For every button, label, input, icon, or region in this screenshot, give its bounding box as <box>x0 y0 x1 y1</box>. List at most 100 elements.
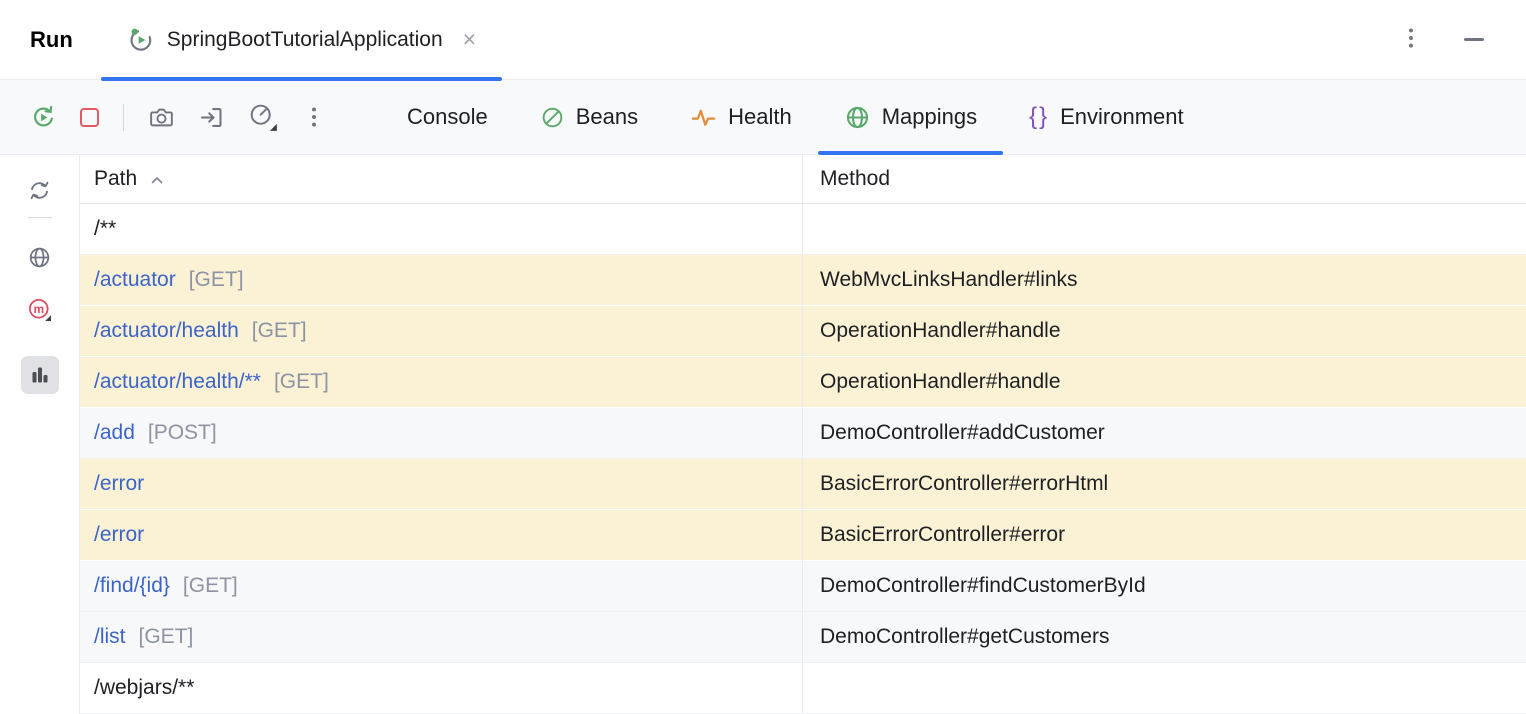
spring-boot-run-icon <box>127 26 155 54</box>
path-link[interactable]: /list <box>94 625 126 649</box>
http-verb: [GET] <box>139 625 194 649</box>
globe-icon <box>27 245 52 270</box>
path-column-header[interactable]: Path <box>80 155 803 203</box>
more-options-button[interactable] <box>1398 25 1424 54</box>
method-header-label: Method <box>820 167 890 191</box>
path-link[interactable]: /error <box>94 472 144 496</box>
path-cell: /list [GET] <box>80 612 803 662</box>
refresh-mappings-button[interactable] <box>21 171 59 209</box>
tab-label: Health <box>728 104 792 130</box>
tab-environment[interactable]: {} Environment <box>1003 80 1210 154</box>
tab-health[interactable]: Health <box>664 80 818 154</box>
path-header-label: Path <box>94 167 137 191</box>
path-cell: /actuator [GET] <box>80 255 803 305</box>
exit-arrow-icon <box>198 104 225 131</box>
sort-ascending-icon <box>150 167 164 191</box>
more-button[interactable] <box>301 104 327 130</box>
table-row: /webjars/** <box>80 663 1526 714</box>
path-link[interactable]: /actuator/health <box>94 319 239 343</box>
method-text: WebMvcLinksHandler#links <box>820 268 1078 292</box>
close-icon[interactable]: × <box>463 28 476 51</box>
tool-window-title: Run <box>30 27 73 53</box>
table-row: /error BasicErrorController#error <box>80 510 1526 561</box>
micrometer-button[interactable]: m <box>21 290 59 328</box>
method-text: BasicErrorController#error <box>820 523 1065 547</box>
path-cell: /actuator/health [GET] <box>80 306 803 356</box>
http-verb: [GET] <box>274 370 329 394</box>
method-cell: WebMvcLinksHandler#links <box>803 255 1526 305</box>
run-config-tab-label: SpringBootTutorialApplication <box>167 28 443 52</box>
path-cell: /actuator/health/** [GET] <box>80 357 803 407</box>
camera-icon <box>148 104 175 131</box>
method-cell <box>803 204 1526 254</box>
path-link[interactable]: /find/{id} <box>94 574 170 598</box>
table-row: /** <box>80 204 1526 255</box>
left-sidebar: m <box>0 155 80 714</box>
stop-icon <box>80 108 99 127</box>
method-cell: DemoController#getCustomers <box>803 612 1526 662</box>
method-text: DemoController#addCustomer <box>820 421 1105 445</box>
run-toolbar: ConsoleBeans Health Mappings {} Environment <box>0 80 1526 155</box>
kebab-icon <box>1398 25 1424 54</box>
method-column-header[interactable]: Method <box>803 155 1526 203</box>
path-cell: /error <box>80 510 803 560</box>
path-link[interactable]: /error <box>94 523 144 547</box>
table-row: /list [GET] DemoController#getCustomers <box>80 612 1526 663</box>
method-cell: BasicErrorController#errorHtml <box>803 459 1526 509</box>
table-row: /actuator/health [GET] OperationHandler#ha… <box>80 306 1526 357</box>
toolbar-tabs: ConsoleBeans Health Mappings {} Environment <box>381 80 1210 154</box>
method-cell <box>803 663 1526 713</box>
run-config-tab[interactable]: SpringBootTutorialApplication × <box>101 0 502 79</box>
path-link[interactable]: /actuator/health/** <box>94 370 261 394</box>
http-verb: [GET] <box>183 574 238 598</box>
method-text: OperationHandler#handle <box>820 319 1061 343</box>
web-endpoints-button[interactable] <box>21 238 59 276</box>
toolbar-divider <box>123 104 124 131</box>
title-bar: Run SpringBootTutorialApplication × <box>0 0 1526 80</box>
table-header: Path Method <box>80 155 1526 204</box>
path-cell: /webjars/** <box>80 663 803 713</box>
toolbar-actions <box>30 80 327 154</box>
table-row: /error BasicErrorController#errorHtml <box>80 459 1526 510</box>
method-text: DemoController#findCustomerById <box>820 574 1146 598</box>
tab-console[interactable]: Console <box>381 80 514 154</box>
rerun-button[interactable] <box>30 104 57 131</box>
path-cell: /** <box>80 204 803 254</box>
bean-icon <box>540 105 565 130</box>
kebab-icon <box>301 104 327 130</box>
path-link[interactable]: /add <box>94 421 135 445</box>
minimize-button[interactable] <box>1464 38 1484 40</box>
stop-button[interactable] <box>80 108 99 127</box>
table-body: /** /actuator [GET] WebMvcLinksHandler#link… <box>80 204 1526 714</box>
tab-label: Mappings <box>882 104 977 130</box>
method-cell: BasicErrorController#error <box>803 510 1526 560</box>
tab-mappings[interactable]: Mappings <box>818 80 1003 154</box>
gauge-button[interactable] <box>248 102 278 132</box>
mappings-globe-icon <box>844 104 871 131</box>
method-cell: DemoController#findCustomerById <box>803 561 1526 611</box>
tab-beans[interactable]: Beans <box>514 80 664 154</box>
method-cell: OperationHandler#handle <box>803 306 1526 356</box>
path-link[interactable]: /actuator <box>94 268 176 292</box>
thread-dump-button[interactable] <box>148 104 175 131</box>
method-text: OperationHandler#handle <box>820 370 1061 394</box>
columns-icon <box>28 363 52 387</box>
sync-icon <box>27 178 52 203</box>
table-row: /add [POST] DemoController#addCustomer <box>80 408 1526 459</box>
path-text: /webjars/** <box>94 676 194 700</box>
exit-button[interactable] <box>198 104 225 131</box>
path-cell: /add [POST] <box>80 408 803 458</box>
svg-text:m: m <box>33 301 44 315</box>
minimize-icon <box>1464 38 1484 40</box>
show-columns-button[interactable] <box>21 356 59 394</box>
braces-icon: {} <box>1029 103 1049 131</box>
m-circle-icon: m <box>27 297 52 322</box>
tab-label: Environment <box>1060 104 1184 130</box>
http-verb: [GET] <box>252 319 307 343</box>
http-verb: [GET] <box>189 268 244 292</box>
path-cell: /find/{id} [GET] <box>80 561 803 611</box>
http-verb: [POST] <box>148 421 217 445</box>
window-controls <box>1398 25 1496 54</box>
path-cell: /error <box>80 459 803 509</box>
sidebar-divider <box>28 217 52 218</box>
